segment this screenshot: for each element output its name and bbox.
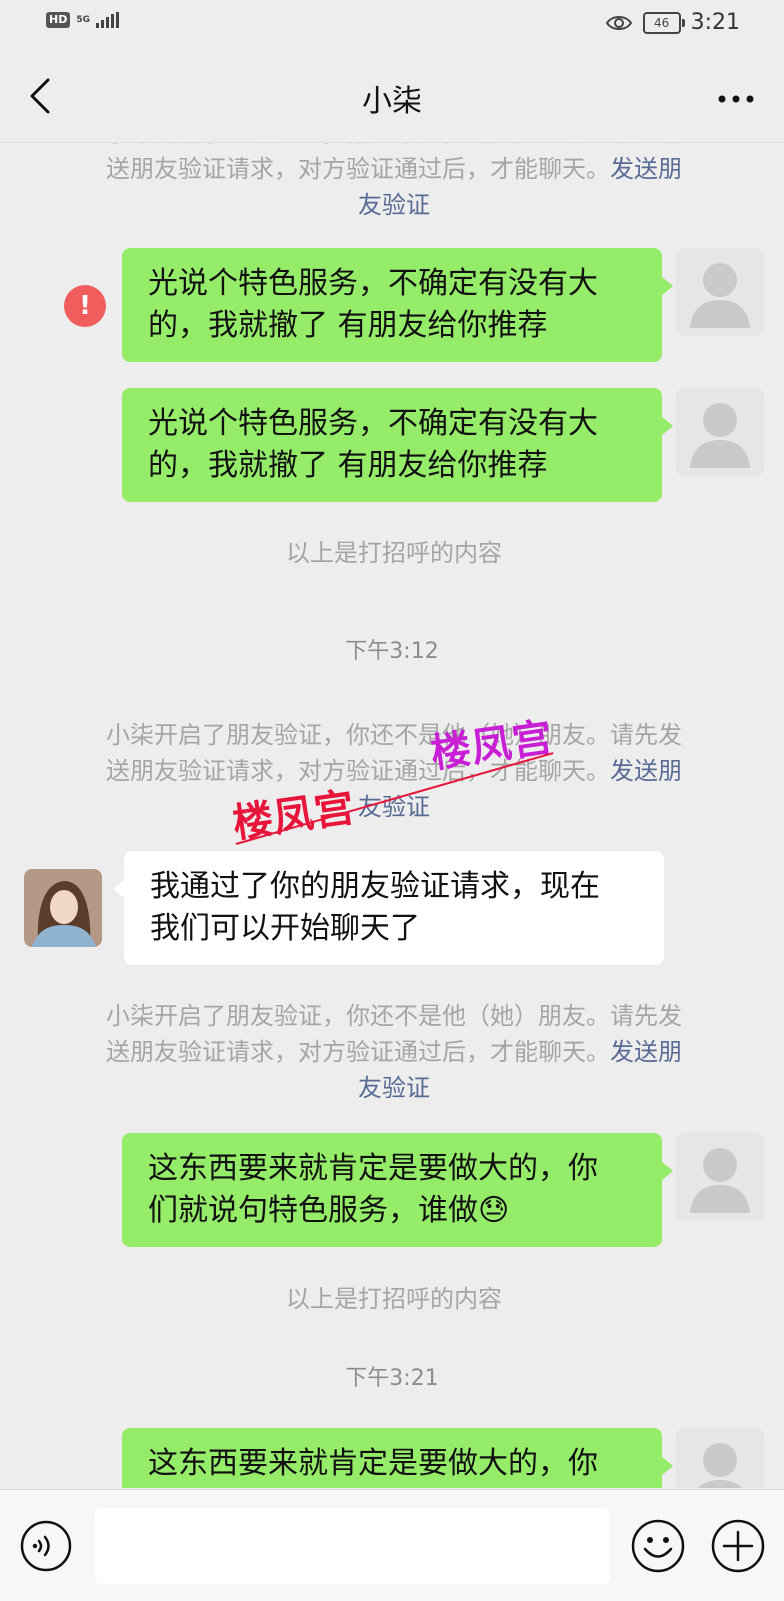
plus-icon — [711, 1519, 765, 1573]
message-bubble-me[interactable]: 这东西要来就肯定是要做大的，你 们就说句特色服务，谁做😓 — [122, 1133, 673, 1247]
system-notice-text: 送朋友验证请求，对方验证通过后，才能聊天。 — [106, 1038, 610, 1066]
send-verification-link[interactable]: 发送朋 — [610, 757, 682, 785]
message-bubble-me[interactable]: 光说个特色服务，不确定有没有大 的，我就撤了 有朋友给你推荐 — [122, 388, 673, 502]
my-avatar[interactable] — [676, 248, 764, 336]
more-button[interactable] — [716, 90, 756, 103]
page-title: 小柒 — [362, 84, 422, 119]
timestamp: 下午3:21 — [345, 1366, 439, 1391]
system-notice-line: 送朋友验证请求，对方验证通过后，才能聊天。发送朋 — [64, 753, 724, 789]
contact-photo — [24, 869, 102, 947]
my-avatar[interactable] — [676, 1428, 764, 1488]
status-bar: HD 5G 46 3:21 — [0, 0, 784, 50]
system-notice-line: 送朋友验证请求，对方验证通过后，才能聊天。发送朋 — [64, 1034, 724, 1070]
default-avatar-icon — [690, 403, 750, 468]
network-label: 5G — [76, 14, 90, 25]
more-actions-button[interactable] — [710, 1518, 766, 1574]
message-text: 们就说句特色服务，谁做 — [148, 1193, 478, 1228]
sweat-emoji: 😓 — [478, 1193, 510, 1228]
hd-badge: HD — [46, 12, 71, 28]
status-right: 46 3:21 — [605, 10, 740, 35]
status-time: 3:21 — [690, 10, 740, 35]
system-notice-line: 小柒开启了朋友验证，你还不是他（她）朋友。请先发 — [106, 1002, 682, 1030]
send-verification-link[interactable]: 发送朋 — [610, 1038, 682, 1066]
send-verification-link[interactable]: 发送朋 — [610, 155, 682, 183]
message-bubble-me[interactable]: 光说个特色服务，不确定有没有大 的，我就撤了 有朋友给你推荐 — [122, 248, 673, 362]
my-avatar[interactable] — [676, 388, 764, 476]
message-text-line: 我通过了你的朋友验证请求，现在 — [150, 869, 600, 904]
message-text-line: 我们可以开始聊天了 — [150, 911, 420, 946]
send-verification-link[interactable]: 友验证 — [358, 191, 430, 219]
default-avatar-icon — [690, 263, 750, 328]
chat-area[interactable]: 小柒开启了朋友验证，你还不是他（她）朋友。请先发 送朋友验证请求，对方验证通过后… — [0, 143, 784, 1488]
system-notice: 小柒开启了朋友验证，你还不是他（她）朋友。请先发 送朋友验证请求，对方验证通过后… — [64, 717, 724, 825]
default-avatar-icon — [698, 1443, 742, 1488]
system-notice: 小柒开启了朋友验证，你还不是他（她）朋友。请先发 送朋友验证请求，对方验证通过后… — [64, 143, 724, 223]
status-left: HD 5G — [46, 12, 119, 28]
emoji-icon — [631, 1519, 685, 1573]
timestamp: 下午3:12 — [345, 639, 439, 664]
message-text-line: 这东西要来就肯定是要做大的，你 — [148, 1446, 598, 1481]
more-dots-icon — [718, 95, 754, 103]
system-notice-line: 小柒开启了朋友验证，你还不是他（她）朋友。请先发 — [106, 721, 682, 749]
greeting-note: 以上是打招呼的内容 — [286, 1285, 502, 1313]
system-notice-line: 小柒开启了朋友验证，你还不是他（她）朋友。请先发 — [64, 143, 724, 151]
default-avatar-icon — [690, 1148, 750, 1213]
signal-icon — [96, 12, 119, 28]
system-notice-text: 送朋友验证请求，对方验证通过后，才能聊天。 — [106, 155, 610, 183]
message-text-line: 光说个特色服务，不确定有没有大 — [148, 406, 598, 441]
message-input[interactable] — [95, 1508, 610, 1584]
message-text-line: 们就说句特色服务，谁做😓 — [148, 1190, 636, 1232]
voice-button[interactable] — [20, 1520, 72, 1572]
voice-icon — [20, 1520, 72, 1572]
input-bar — [0, 1489, 784, 1601]
message-text-line: 的，我就撤了 有朋友给你推荐 — [148, 308, 548, 343]
emoji-button[interactable] — [630, 1518, 686, 1574]
nav-bar: 小柒 — [0, 50, 784, 143]
system-notice-line: 友验证 — [64, 1070, 724, 1106]
send-failed-icon[interactable]: ! — [64, 285, 106, 327]
message-text-line: 的，我就撤了 有朋友给你推荐 — [148, 448, 548, 483]
system-notice-line: 友验证 — [64, 187, 724, 223]
message-bubble-me[interactable]: 这东西要来就肯定是要做大的，你 — [122, 1428, 673, 1488]
eye-icon — [605, 15, 632, 30]
my-avatar[interactable] — [676, 1133, 764, 1221]
system-notice-line: 友验证 — [64, 789, 724, 825]
system-notice: 小柒开启了朋友验证，你还不是他（她）朋友。请先发 送朋友验证请求，对方验证通过后… — [64, 998, 724, 1106]
message-text-line: 光说个特色服务，不确定有没有大 — [148, 266, 598, 301]
contact-avatar[interactable] — [24, 869, 102, 947]
greeting-note: 以上是打招呼的内容 — [286, 539, 502, 567]
send-verification-link[interactable]: 友验证 — [358, 1074, 430, 1102]
system-notice-line: 送朋友验证请求，对方验证通过后，才能聊天。发送朋 — [64, 151, 724, 187]
message-text-line: 这东西要来就肯定是要做大的，你 — [148, 1151, 598, 1186]
message-bubble-contact[interactable]: 我通过了你的朋友验证请求，现在 我们可以开始聊天了 — [113, 851, 664, 965]
battery-icon: 46 — [642, 11, 685, 34]
